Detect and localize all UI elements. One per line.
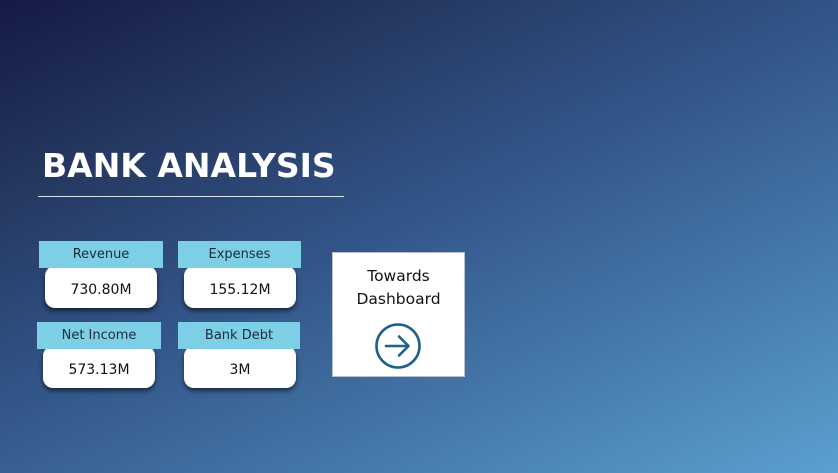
kpi-value: 730.80M xyxy=(45,266,157,308)
arrow-right-circle-icon xyxy=(375,323,421,369)
towards-dashboard-line2: Dashboard xyxy=(356,290,441,308)
page-title: BANK ANALYSIS xyxy=(42,146,336,185)
towards-dashboard-label: Towards Dashboard xyxy=(333,265,464,311)
kpi-value: 573.13M xyxy=(43,346,155,388)
kpi-label: Bank Debt xyxy=(178,322,300,349)
towards-dashboard-button[interactable]: Towards Dashboard xyxy=(332,252,465,377)
kpi-label: Net Income xyxy=(37,322,161,349)
kpi-label: Revenue xyxy=(39,241,163,268)
kpi-label: Expenses xyxy=(178,241,301,268)
kpi-value: 155.12M xyxy=(184,266,296,308)
kpi-value: 3M xyxy=(184,346,296,388)
title-divider xyxy=(38,196,344,197)
bank-analysis-page: { "title": "BANK ANALYSIS", "kpis": [ {"… xyxy=(0,0,838,473)
towards-dashboard-line1: Towards xyxy=(367,267,430,285)
